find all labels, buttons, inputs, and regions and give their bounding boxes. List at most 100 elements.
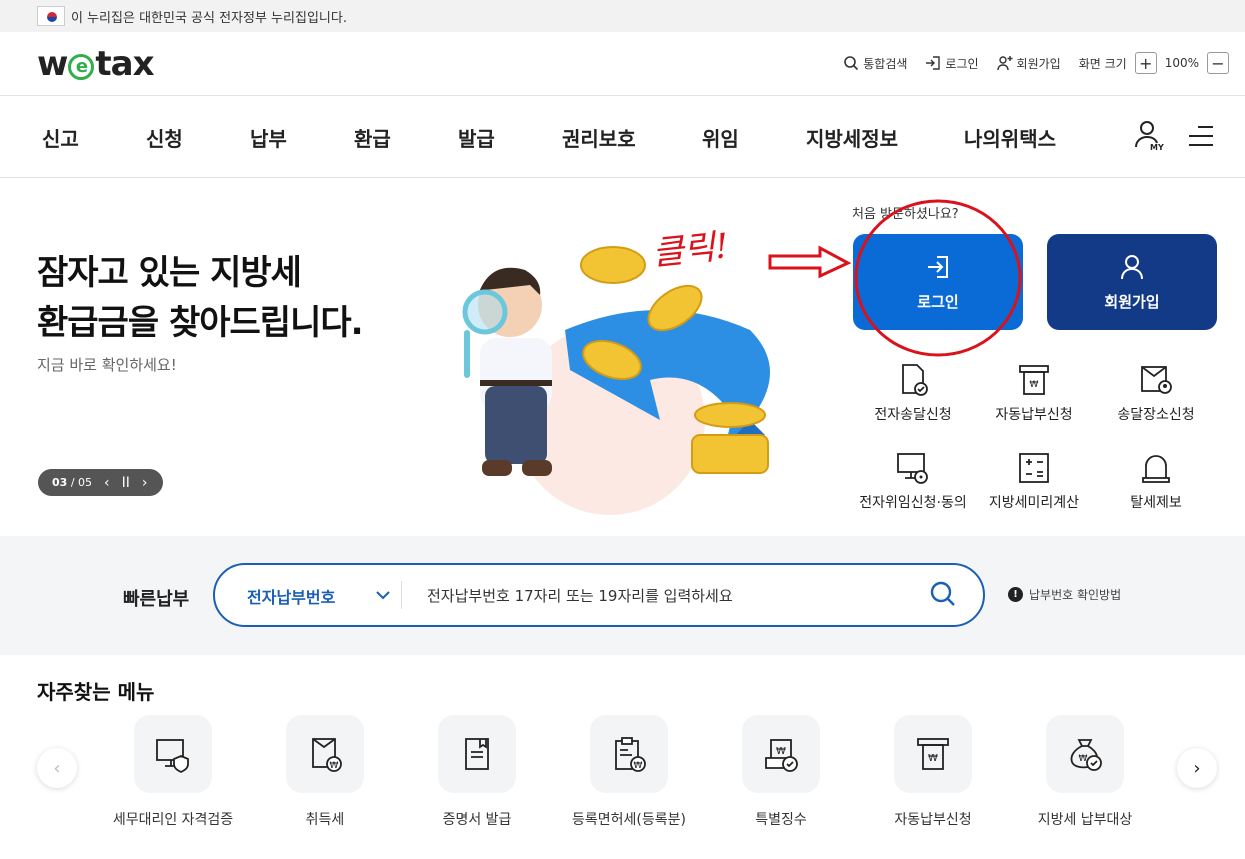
- monitor-shield-icon: [156, 739, 189, 774]
- login-button[interactable]: 로그인: [853, 234, 1023, 330]
- all-menu-button[interactable]: [1188, 124, 1214, 152]
- character-shoe: [482, 460, 512, 476]
- frequent-item-label: 취득세: [305, 812, 345, 828]
- search-icon[interactable]: [929, 580, 957, 608]
- korean-flag-icon: [37, 6, 65, 26]
- service-delivery-address[interactable]: 송달장소신청: [1086, 362, 1226, 424]
- certificate-icon: [465, 738, 489, 770]
- service-delivery-address-label: 송달장소신청: [1117, 407, 1195, 423]
- service-electronic-delivery-label: 전자송달신청: [874, 407, 952, 423]
- character-pants: [485, 386, 547, 464]
- service-electronic-delivery[interactable]: 전자송달신청: [843, 362, 983, 424]
- frequent-item-label: 증명서 발급: [442, 812, 512, 828]
- government-banner-text: 이 누리집은 대한민국 공식 전자정부 누리집입니다.: [71, 10, 347, 26]
- my-label: MY: [1150, 143, 1164, 152]
- banner-next-button[interactable]: ›: [142, 475, 148, 491]
- nav-payment[interactable]: 납부: [250, 123, 287, 152]
- coin: [580, 246, 646, 284]
- login-icon: [926, 56, 941, 70]
- pager-count: 03 / 05: [52, 476, 92, 489]
- service-electronic-delegation-label: 전자위임신청·동의: [859, 495, 967, 511]
- quick-payment-search: 전자납부번호: [213, 563, 985, 627]
- hamburger-icon: [1189, 126, 1213, 146]
- wetax-logo[interactable]: w e tax: [37, 44, 155, 84]
- service-electronic-delegation[interactable]: 전자위임신청·동의: [843, 450, 983, 512]
- quick-payment-label: 빠른납부: [123, 589, 190, 610]
- frequent-item-label: 지방세 납부대상: [1037, 812, 1133, 828]
- receipt-icon: ₩: [1019, 365, 1049, 395]
- svg-text:₩: ₩: [330, 761, 339, 771]
- search-icon: [844, 56, 859, 71]
- nav-refund[interactable]: 환급: [354, 123, 391, 152]
- frequent-item-tax-target[interactable]: ₩ 지방세 납부대상: [1009, 715, 1161, 829]
- service-tax-evasion-report-label: 탈세제보: [1130, 495, 1182, 511]
- zoom-in-button[interactable]: +: [1134, 52, 1157, 74]
- frequent-item-label: 자동납부신청: [894, 812, 972, 828]
- nav-delegation[interactable]: 위임: [702, 123, 739, 152]
- logo-tax: tax: [95, 44, 154, 84]
- frequent-item-certificate[interactable]: 증명서 발급: [401, 715, 553, 829]
- document-won-icon: ₩: [312, 738, 342, 772]
- service-tax-evasion-report[interactable]: 탈세제보: [1086, 450, 1226, 512]
- frequent-item-agent-verification[interactable]: 세무대리인 자격검증: [97, 715, 249, 829]
- coin: [694, 402, 766, 428]
- nav-issue[interactable]: 발급: [458, 123, 495, 152]
- service-tax-calculator-label: 지방세미리계산: [988, 495, 1080, 511]
- nav-local-tax-info[interactable]: 지방세정보: [806, 123, 898, 152]
- banner-pause-button[interactable]: II: [122, 475, 130, 491]
- alarm-bell-icon: [1142, 455, 1170, 483]
- svg-text:₩: ₩: [776, 746, 786, 757]
- banner-prev-button[interactable]: ‹: [104, 475, 110, 491]
- user-icon: [1121, 254, 1143, 279]
- hero-title-line2: 환급금을 찾아드립니다.: [37, 303, 364, 343]
- pager-current: 03: [52, 476, 68, 489]
- frequent-item-acquisition-tax[interactable]: ₩ 취득세: [249, 715, 401, 829]
- first-visit-prompt: 처음 방문하셨나요?: [852, 207, 959, 222]
- frequent-item-auto-payment[interactable]: ₩ 자동납부신청: [857, 715, 1009, 829]
- svg-text:₩: ₩: [634, 761, 643, 771]
- login-button-label: 로그인: [917, 292, 959, 311]
- monitor-lock-icon: [897, 453, 928, 484]
- chevron-down-icon[interactable]: [375, 587, 391, 603]
- service-tax-calculator[interactable]: 지방세미리계산: [964, 450, 1104, 512]
- login-icon: [928, 255, 948, 278]
- nav-report[interactable]: 신고: [42, 123, 79, 152]
- signup-button-label: 회원가입: [1104, 292, 1160, 311]
- envelope-location-icon: [1141, 366, 1172, 394]
- zoom-level: 100%: [1164, 56, 1199, 70]
- frequent-prev-button[interactable]: ‹: [37, 748, 77, 788]
- signup-button[interactable]: 회원가입: [1047, 234, 1217, 330]
- utility-menu: 통합검색 로그인 회원가입 화면 크기 + 100% −: [843, 52, 1229, 74]
- coin-stack: [691, 434, 769, 474]
- nav-apply[interactable]: 신청: [146, 123, 183, 152]
- government-banner: 이 누리집은 대한민국 공식 전자정부 누리집입니다.: [0, 0, 1245, 32]
- magnifier-handle: [464, 330, 470, 378]
- frequent-item-label: 특별징수: [755, 812, 807, 828]
- login-link-label: 로그인: [945, 56, 979, 71]
- nav-rights-protection[interactable]: 권리보호: [562, 123, 636, 152]
- integrated-search-link[interactable]: 통합검색: [843, 55, 907, 72]
- frequent-item-registration-license-tax[interactable]: ₩ 등록면허세(등록분): [553, 715, 705, 829]
- quick-payment-section: 빠른납부 전자납부번호 ! 납부번호 확인방법: [0, 536, 1245, 655]
- payment-number-input[interactable]: [427, 579, 907, 613]
- nav-my-wetax[interactable]: 나의위택스: [964, 123, 1056, 152]
- zoom-out-button[interactable]: −: [1207, 52, 1229, 74]
- signup-link[interactable]: 회원가입: [996, 55, 1061, 72]
- hero-title-line1: 잠자고 있는 지방세: [37, 253, 302, 293]
- frequent-item-special-collection[interactable]: ₩ 특별징수: [705, 715, 857, 829]
- frequent-menu-title: 자주찾는 메뉴: [37, 680, 155, 704]
- screen-size-label: 화면 크기: [1078, 56, 1127, 71]
- bill-check-icon: ₩: [765, 739, 798, 772]
- payment-number-help-link[interactable]: ! 납부번호 확인방법: [1008, 586, 1121, 603]
- service-auto-payment[interactable]: ₩ 자동납부신청: [964, 362, 1104, 424]
- login-link[interactable]: 로그인: [925, 55, 979, 72]
- integrated-search-label: 통합검색: [863, 56, 908, 71]
- payment-type-select[interactable]: 전자납부번호: [247, 584, 335, 608]
- my-page-button[interactable]: MY: [1133, 119, 1167, 157]
- screen-size-control: 화면 크기 + 100% −: [1079, 52, 1229, 74]
- frequent-next-button[interactable]: ›: [1177, 748, 1217, 788]
- user-plus-icon: [996, 56, 1013, 71]
- header: w e tax 통합검색 로그인 회원가입 화면 크기 + 100% −: [0, 32, 1245, 96]
- divider: [401, 581, 402, 609]
- character-shoe: [522, 460, 552, 476]
